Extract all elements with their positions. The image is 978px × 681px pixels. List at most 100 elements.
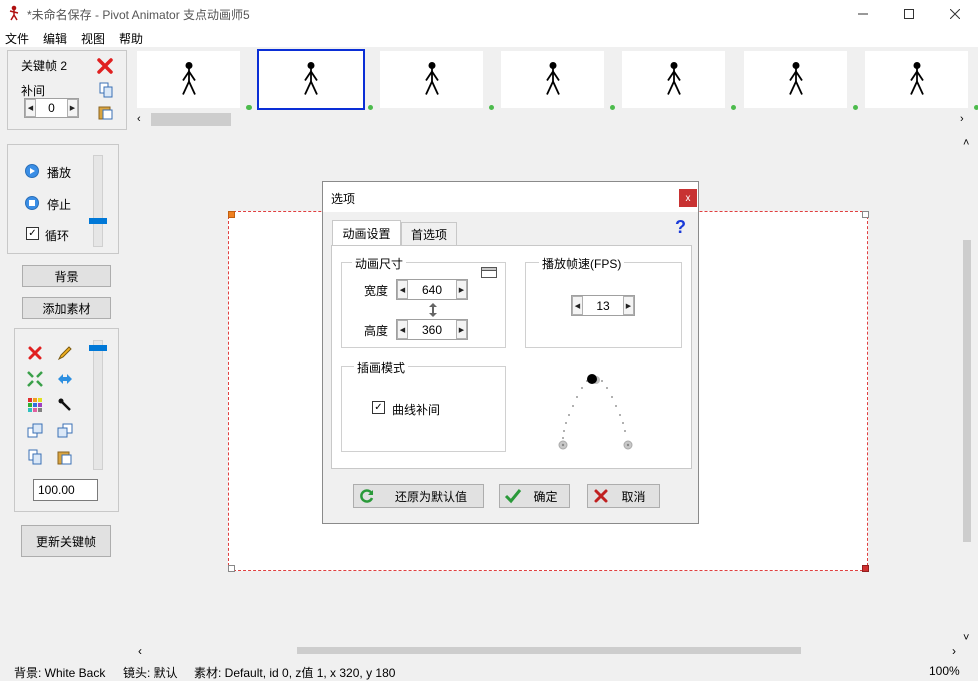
frame-thumbnail[interactable] <box>744 51 847 108</box>
fps-group-title: 播放帧速(FPS) <box>539 255 625 272</box>
tab-preferences[interactable]: 首选项 <box>401 222 457 245</box>
frame-thumbnail-selected[interactable] <box>257 49 365 110</box>
speed-slider-thumb[interactable] <box>89 218 107 224</box>
stage-corner-handle-br[interactable] <box>862 565 869 572</box>
keyframe-label: 关键帧 2 <box>21 59 68 73</box>
dialog-close-button[interactable]: x <box>679 189 697 207</box>
height-stepper[interactable]: ◀ 360 ▶ <box>396 319 468 340</box>
tween-stepper[interactable]: ◀ 0 ▶ <box>24 98 79 118</box>
frame-indicator-dot <box>247 105 252 110</box>
tween-decrease-button[interactable]: ◀ <box>25 99 36 117</box>
paste-icon <box>98 106 113 120</box>
fps-decrease-button[interactable]: ◀ <box>572 296 583 315</box>
menu-edit[interactable]: 编辑 <box>43 30 67 47</box>
size-slider-thumb[interactable] <box>89 345 107 351</box>
fps-increase-button[interactable]: ▶ <box>623 296 634 315</box>
delete-frame-button[interactable] <box>97 58 113 77</box>
reset-defaults-label: 还原为默认值 <box>394 489 467 504</box>
join-figure-button[interactable] <box>57 397 73 416</box>
width-value[interactable]: 640 <box>408 283 456 297</box>
refresh-icon <box>360 489 374 503</box>
stage-corner-handle-tr[interactable] <box>862 211 869 218</box>
size-group-title: 动画尺寸 <box>352 255 407 272</box>
canvas-hscroll-thumb[interactable] <box>297 647 801 654</box>
frame-thumbnail[interactable] <box>622 51 725 108</box>
maximize-button[interactable] <box>886 0 932 27</box>
canvas-scroll-down-arrow[interactable]: ˅ <box>963 632 969 644</box>
ok-button[interactable]: 确定 <box>499 484 570 508</box>
canvas-scroll-up-arrow[interactable]: ˄ <box>963 137 969 149</box>
link-dimensions-icon[interactable] <box>428 303 438 320</box>
update-keyframe-button[interactable]: 更新关键帧 <box>21 525 111 557</box>
frame-thumbnail[interactable] <box>137 51 240 108</box>
canvas-scroll-left-arrow[interactable]: ‹ <box>138 644 142 658</box>
stage-corner-handle-tl[interactable] <box>228 211 235 218</box>
frame-thumbnail[interactable] <box>380 51 483 108</box>
background-button[interactable]: 背景 <box>22 265 111 287</box>
help-icon[interactable]: ? <box>675 217 686 238</box>
aspect-ratio-icon[interactable] <box>481 267 497 281</box>
frame-indicator-dot <box>610 105 615 110</box>
tab-animation-settings[interactable]: 动画设置 <box>332 220 401 245</box>
layer-front-icon <box>27 423 43 438</box>
menu-help[interactable]: 帮助 <box>119 30 143 47</box>
add-asset-button[interactable]: 添加素材 <box>22 297 111 319</box>
cancel-button[interactable]: 取消 <box>587 484 660 508</box>
frame-thumbnail[interactable] <box>501 51 604 108</box>
stickman-figure-icon <box>179 60 199 99</box>
height-value[interactable]: 360 <box>408 323 456 337</box>
paste-figure-button[interactable] <box>57 449 73 468</box>
curve-tween-checkbox[interactable]: ✓ <box>372 401 385 414</box>
maximize-icon <box>904 8 914 19</box>
copy-figure-button[interactable] <box>27 449 43 468</box>
bring-front-button[interactable] <box>27 423 43 442</box>
height-increase-button[interactable]: ▶ <box>456 320 467 339</box>
stop-label[interactable]: 停止 <box>47 196 71 213</box>
copy-frame-button[interactable] <box>98 82 114 101</box>
color-palette-icon <box>28 398 42 412</box>
minimize-button[interactable] <box>840 0 886 27</box>
segment-tool-icon <box>58 398 71 411</box>
stop-icon[interactable] <box>25 196 39 210</box>
width-stepper[interactable]: ◀ 640 ▶ <box>396 279 468 300</box>
tween-value[interactable]: 0 <box>36 101 67 115</box>
frame-thumbnail[interactable] <box>865 51 968 108</box>
size-slider-track[interactable] <box>93 340 103 470</box>
delete-figure-button[interactable] <box>27 345 43 364</box>
fps-value[interactable]: 13 <box>583 299 623 313</box>
scroll-left-arrow[interactable]: ‹ <box>137 113 141 125</box>
paste-frame-button[interactable] <box>98 104 114 123</box>
canvas-scroll-right-arrow[interactable]: › <box>952 644 956 658</box>
app-stickman-icon <box>7 5 21 21</box>
paste-icon <box>57 451 72 465</box>
curve-preview-illustration <box>553 368 638 456</box>
canvas-vscroll-thumb[interactable] <box>963 240 971 542</box>
stickman-figure-icon <box>907 60 927 99</box>
loop-checkbox[interactable]: ✓ <box>26 227 39 240</box>
edit-figure-button[interactable] <box>57 345 73 364</box>
cancel-x-icon <box>594 489 608 503</box>
scroll-right-arrow[interactable]: › <box>960 113 964 125</box>
frame-strip-scroll-thumb[interactable] <box>151 113 231 126</box>
height-decrease-button[interactable]: ◀ <box>397 320 408 339</box>
play-label[interactable]: 播放 <box>47 164 71 181</box>
frame-strip-scrollbar[interactable] <box>134 111 970 128</box>
send-back-button[interactable] <box>57 423 73 442</box>
width-decrease-button[interactable]: ◀ <box>397 280 408 299</box>
stage-corner-handle-bl[interactable] <box>228 565 235 572</box>
center-figure-button[interactable] <box>27 371 43 390</box>
reset-defaults-button[interactable]: 还原为默认值 <box>353 484 484 508</box>
fps-stepper[interactable]: ◀ 13 ▶ <box>571 295 635 316</box>
play-icon[interactable] <box>25 164 39 178</box>
width-increase-button[interactable]: ▶ <box>456 280 467 299</box>
stickman-figure-icon <box>422 60 442 99</box>
menu-file[interactable]: 文件 <box>5 30 29 47</box>
scale-input[interactable]: 100.00 <box>33 479 98 501</box>
close-window-button[interactable] <box>932 0 978 27</box>
menu-view[interactable]: 视图 <box>81 30 105 47</box>
tween-increase-button[interactable]: ▶ <box>67 99 78 117</box>
color-figure-button[interactable] <box>27 397 43 416</box>
flip-figure-button[interactable] <box>57 371 73 390</box>
speed-slider-track[interactable] <box>93 155 103 247</box>
status-background: 背景: White Back <box>14 666 106 680</box>
